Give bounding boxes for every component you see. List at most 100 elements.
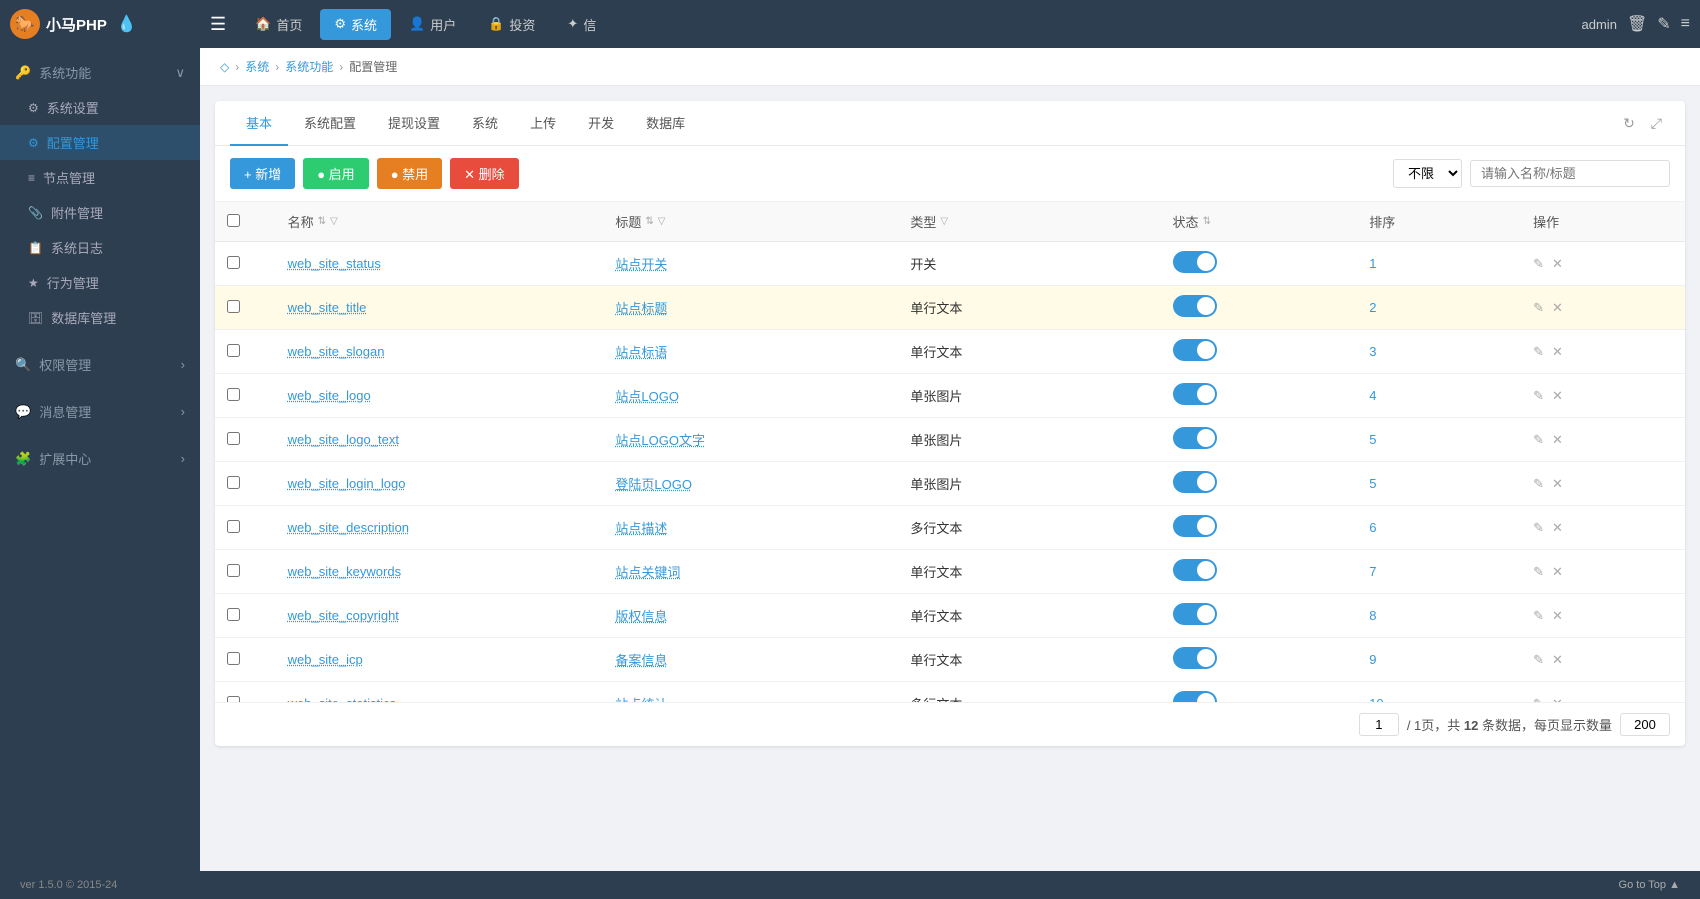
row-edit-button[interactable]: ✎ (1533, 696, 1544, 703)
row-sort-link[interactable]: 10 (1369, 696, 1383, 702)
row-edit-button[interactable]: ✎ (1533, 520, 1544, 536)
add-button[interactable]: + 新增 (230, 158, 295, 189)
row-edit-button[interactable]: ✎ (1533, 476, 1544, 492)
row-name-link[interactable]: web_site_statistics (288, 696, 396, 702)
row-sort-link[interactable]: 6 (1369, 520, 1376, 535)
row-toggle[interactable] (1173, 471, 1217, 493)
name-sort-icon[interactable]: ⇅ (318, 216, 326, 227)
row-toggle[interactable] (1173, 251, 1217, 273)
name-filter-icon[interactable]: ▽ (330, 216, 338, 227)
row-sort-link[interactable]: 4 (1369, 388, 1376, 403)
delete-icon-button[interactable]: 🗑 (1627, 14, 1647, 34)
row-name-link[interactable]: web_site_logo (288, 388, 371, 403)
sidebar-group-extension[interactable]: 🧩 扩展中心 › (0, 439, 200, 476)
row-name-link[interactable]: web_site_login_logo (288, 476, 406, 491)
row-sort-link[interactable]: 2 (1369, 300, 1376, 315)
tab-system-config[interactable]: 系统配置 (288, 101, 372, 146)
row-name-link[interactable]: web_site_slogan (288, 344, 385, 359)
row-toggle[interactable] (1173, 383, 1217, 405)
breadcrumb-system[interactable]: 系统 (245, 58, 269, 75)
row-checkbox[interactable] (227, 520, 240, 533)
row-checkbox[interactable] (227, 652, 240, 665)
row-toggle[interactable] (1173, 603, 1217, 625)
tab-upload[interactable]: 上传 (514, 101, 572, 146)
sidebar-group-message[interactable]: 💬 消息管理 › (0, 392, 200, 429)
row-sort-link[interactable]: 5 (1369, 432, 1376, 447)
delete-button[interactable]: ✕ 删除 (450, 158, 519, 189)
row-delete-button[interactable]: ✕ (1552, 344, 1563, 360)
row-delete-button[interactable]: ✕ (1552, 652, 1563, 668)
tab-basic[interactable]: 基本 (230, 101, 288, 146)
row-title-link[interactable]: 站点统计 (615, 697, 667, 702)
tab-system[interactable]: 系统 (456, 101, 514, 146)
row-delete-button[interactable]: ✕ (1552, 564, 1563, 580)
row-title-link[interactable]: 版权信息 (615, 609, 667, 624)
row-toggle[interactable] (1173, 427, 1217, 449)
row-checkbox[interactable] (227, 344, 240, 357)
row-sort-link[interactable]: 5 (1369, 476, 1376, 491)
row-edit-button[interactable]: ✎ (1533, 652, 1544, 668)
row-title-link[interactable]: 站点描述 (615, 521, 667, 536)
row-name-link[interactable]: web_site_icp (288, 652, 363, 667)
row-name-link[interactable]: web_site_description (288, 520, 409, 535)
row-checkbox[interactable] (227, 388, 240, 401)
row-checkbox[interactable] (227, 696, 240, 703)
tab-withdraw-settings[interactable]: 提现设置 (372, 101, 456, 146)
sidebar-item-database-management[interactable]: 🗄 数据库管理 (0, 300, 200, 335)
menu-icon-button[interactable]: ≡ (1681, 15, 1690, 33)
row-title-link[interactable]: 站点LOGO (615, 389, 679, 404)
row-title-link[interactable]: 站点标题 (615, 301, 667, 316)
sidebar-item-config-management[interactable]: ⚙ 配置管理 (0, 125, 200, 160)
row-checkbox[interactable] (227, 300, 240, 313)
row-edit-button[interactable]: ✎ (1533, 388, 1544, 404)
row-checkbox[interactable] (227, 256, 240, 269)
row-title-link[interactable]: 站点LOGO文字 (615, 433, 705, 448)
page-size-input[interactable] (1620, 713, 1670, 736)
row-toggle[interactable] (1173, 647, 1217, 669)
row-edit-button[interactable]: ✎ (1533, 608, 1544, 624)
row-checkbox[interactable] (227, 564, 240, 577)
title-sort-icon[interactable]: ⇅ (645, 216, 653, 227)
nav-item-invest[interactable]: 🔒 投资 (474, 9, 549, 40)
row-sort-link[interactable]: 7 (1369, 564, 1376, 579)
row-edit-button[interactable]: ✎ (1533, 300, 1544, 316)
row-title-link[interactable]: 备案信息 (615, 653, 667, 668)
row-toggle[interactable] (1173, 559, 1217, 581)
sidebar-item-node-management[interactable]: ≡ 节点管理 (0, 160, 200, 195)
row-edit-button[interactable]: ✎ (1533, 564, 1544, 580)
row-sort-link[interactable]: 3 (1369, 344, 1376, 359)
row-name-link[interactable]: web_site_title (288, 300, 367, 315)
footer-top-link[interactable]: Go to Top ▲ (1619, 879, 1680, 891)
row-title-link[interactable]: 站点关键词 (615, 565, 680, 580)
sidebar-item-system-settings[interactable]: ⚙ 系统设置 (0, 90, 200, 125)
row-delete-button[interactable]: ✕ (1552, 388, 1563, 404)
type-filter-icon[interactable]: ▽ (940, 216, 948, 227)
row-checkbox[interactable] (227, 608, 240, 621)
row-name-link[interactable]: web_site_copyright (288, 608, 399, 623)
sidebar-item-system-log[interactable]: 📋 系统日志 (0, 230, 200, 265)
row-delete-button[interactable]: ✕ (1552, 520, 1563, 536)
row-delete-button[interactable]: ✕ (1552, 300, 1563, 316)
row-title-link[interactable]: 站点标语 (615, 345, 667, 360)
refresh-button[interactable]: ↻ (1615, 107, 1643, 140)
sidebar-item-behavior-management[interactable]: ★ 行为管理 (0, 265, 200, 300)
page-input[interactable] (1359, 713, 1399, 736)
sidebar-group-system-functions[interactable]: 🔑 系统功能 ∨ (0, 53, 200, 90)
sidebar-item-attachment-management[interactable]: 📎 附件管理 (0, 195, 200, 230)
row-edit-button[interactable]: ✎ (1533, 256, 1544, 272)
nav-item-user[interactable]: 👤 用户 (395, 9, 470, 40)
row-delete-button[interactable]: ✕ (1552, 476, 1563, 492)
row-sort-link[interactable]: 9 (1369, 652, 1376, 667)
enable-button[interactable]: ● 启用 (303, 158, 368, 189)
title-filter-icon[interactable]: ▽ (658, 216, 666, 227)
row-toggle[interactable] (1173, 339, 1217, 361)
row-sort-link[interactable]: 1 (1369, 256, 1376, 271)
row-title-link[interactable]: 站点开关 (615, 257, 667, 272)
row-delete-button[interactable]: ✕ (1552, 608, 1563, 624)
row-delete-button[interactable]: ✕ (1552, 432, 1563, 448)
row-toggle[interactable] (1173, 295, 1217, 317)
filter-input[interactable] (1470, 160, 1670, 187)
nav-item-home[interactable]: 🏠 首页 (241, 9, 316, 40)
row-edit-button[interactable]: ✎ (1533, 344, 1544, 360)
edit-icon-button[interactable]: ✎ (1657, 14, 1670, 34)
